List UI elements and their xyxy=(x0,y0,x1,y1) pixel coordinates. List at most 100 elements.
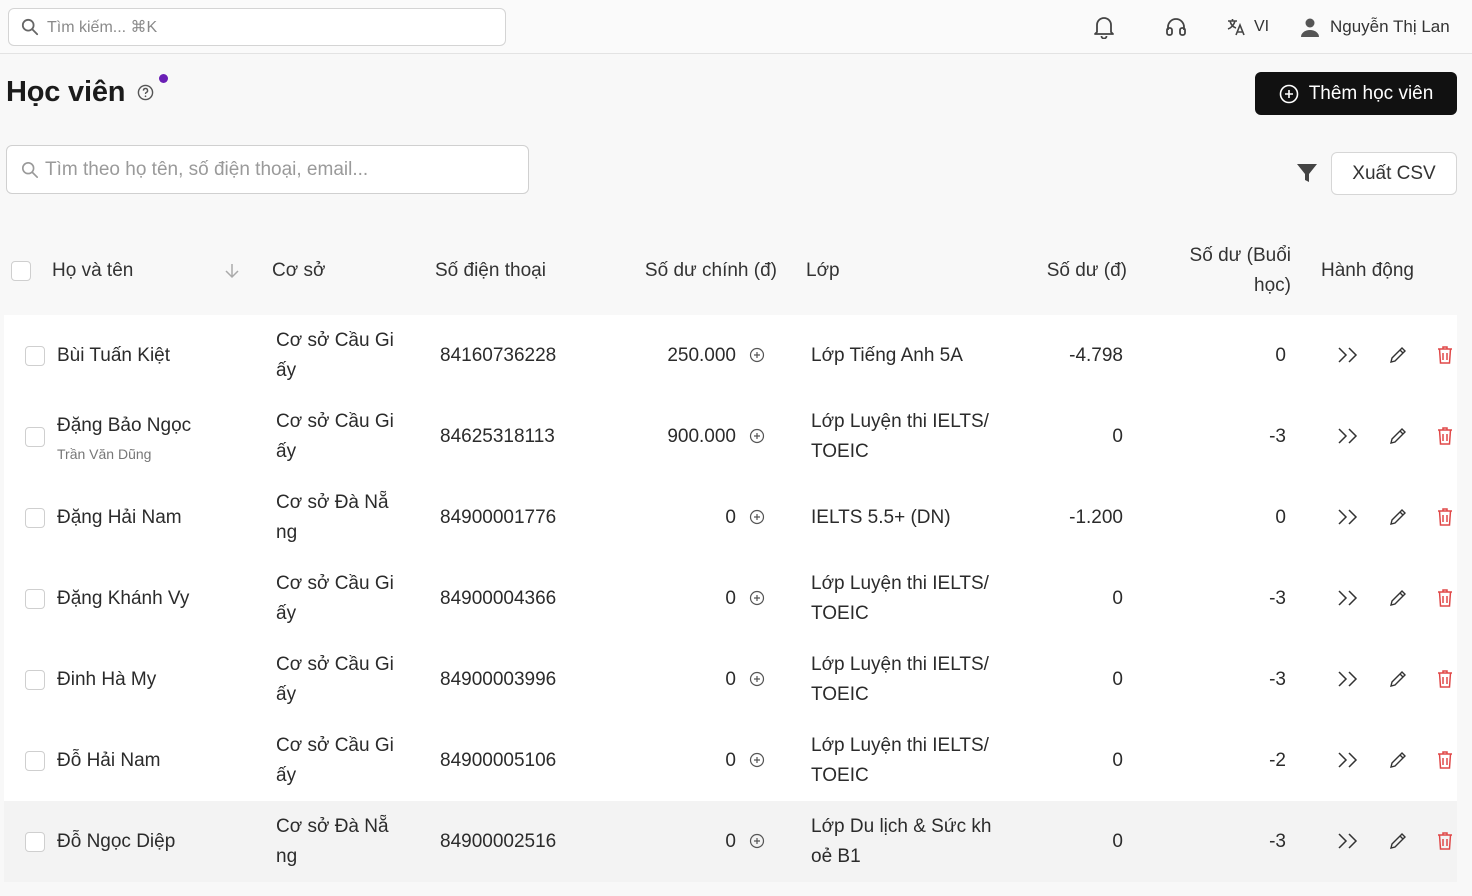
column-header-phone: Số điện thoại xyxy=(435,260,546,281)
session-balance-cell: 0 xyxy=(1275,506,1286,528)
filter-icon[interactable] xyxy=(1295,161,1319,185)
sort-button[interactable] xyxy=(222,232,242,310)
student-name[interactable]: Bùi Tuấn Kiệt xyxy=(57,341,170,371)
user-menu[interactable]: Nguyễn Thị Lan xyxy=(1300,14,1450,40)
main-balance-cell: 0 xyxy=(725,587,736,609)
delete-button[interactable] xyxy=(1433,505,1457,529)
top-bar: Tìm kiếm... ⌘K VI Nguyễn Thị Lan xyxy=(0,0,1472,54)
plus-circle-icon xyxy=(749,671,765,687)
row-checkbox[interactable] xyxy=(25,558,45,639)
table-row[interactable]: Đỗ Hải Nam Cơ sở Cầu Giấy 84900005106 0 … xyxy=(4,720,1457,801)
chevrons-right-icon xyxy=(1338,752,1358,768)
edit-button[interactable] xyxy=(1386,343,1410,367)
balance-cell: 0 xyxy=(1112,830,1123,852)
pencil-icon xyxy=(1390,752,1406,768)
trash-icon xyxy=(1438,832,1452,850)
delete-button[interactable] xyxy=(1433,343,1457,367)
top-up-button[interactable] xyxy=(745,505,769,529)
student-search-placeholder: Tìm theo họ tên, số điện thoại, email... xyxy=(45,158,369,180)
student-name[interactable]: Đỗ Hải Nam xyxy=(57,746,160,776)
notification-button[interactable] xyxy=(1091,14,1117,40)
student-name-cell: Đặng Hải Nam xyxy=(57,477,247,558)
class-cell: Lớp Luyện thi IELTS/TOEIC xyxy=(811,734,989,786)
student-name[interactable]: Đặng Khánh Vy xyxy=(57,584,189,614)
delete-button[interactable] xyxy=(1433,586,1457,610)
top-up-button[interactable] xyxy=(745,667,769,691)
main-balance-cell: 0 xyxy=(725,506,736,528)
phone-cell: 84900001776 xyxy=(440,506,557,528)
table-row[interactable]: Đặng Khánh Vy Cơ sở Cầu Giấy 84900004366… xyxy=(4,558,1457,639)
headset-icon xyxy=(1166,18,1186,36)
pencil-icon xyxy=(1390,509,1406,525)
view-detail-button[interactable] xyxy=(1336,667,1360,691)
table-row[interactable]: Đỗ Ngọc Diệp Cơ sở Đà Nẵng 84900002516 0… xyxy=(4,801,1457,882)
delete-button[interactable] xyxy=(1433,829,1457,853)
view-detail-button[interactable] xyxy=(1336,748,1360,772)
top-up-button[interactable] xyxy=(745,424,769,448)
top-up-button[interactable] xyxy=(745,829,769,853)
student-name[interactable]: Đỗ Ngọc Diệp xyxy=(57,827,175,857)
table-row[interactable]: Đinh Hà My Cơ sở Cầu Giấy 84900003996 0 … xyxy=(4,639,1457,720)
top-up-button[interactable] xyxy=(745,748,769,772)
select-all-checkbox[interactable] xyxy=(11,232,31,310)
main-balance-cell: 0 xyxy=(725,668,736,690)
student-name[interactable]: Đinh Hà My xyxy=(57,665,156,695)
table-row[interactable]: Bùi Tuấn Kiệt Cơ sở Cầu Giấy 84160736228… xyxy=(4,315,1457,396)
plus-circle-icon xyxy=(749,833,765,849)
global-search-input[interactable]: Tìm kiếm... ⌘K xyxy=(8,8,506,46)
edit-button[interactable] xyxy=(1386,424,1410,448)
row-checkbox[interactable] xyxy=(25,396,45,477)
session-balance-cell: -3 xyxy=(1269,425,1286,447)
edit-button[interactable] xyxy=(1386,829,1410,853)
export-csv-button[interactable]: Xuất CSV xyxy=(1331,152,1457,195)
add-student-button[interactable]: Thêm học viên xyxy=(1255,72,1457,115)
row-checkbox[interactable] xyxy=(25,315,45,396)
help-icon[interactable] xyxy=(137,84,154,101)
view-detail-button[interactable] xyxy=(1336,505,1360,529)
edit-button[interactable] xyxy=(1386,586,1410,610)
notification-dot xyxy=(159,74,168,83)
row-checkbox[interactable] xyxy=(25,477,45,558)
student-search-input[interactable]: Tìm theo họ tên, số điện thoại, email... xyxy=(6,145,529,194)
column-header-name[interactable]: Họ và tên xyxy=(52,232,133,310)
main-balance-cell: 900.000 xyxy=(667,425,736,447)
delete-button[interactable] xyxy=(1433,667,1457,691)
top-up-button[interactable] xyxy=(745,343,769,367)
user-icon xyxy=(1301,18,1319,37)
view-detail-button[interactable] xyxy=(1336,343,1360,367)
table-header: Họ và tên Cơ sở Số điện thoại Số dư chín… xyxy=(4,232,1457,310)
top-up-button[interactable] xyxy=(745,586,769,610)
main-balance-cell: 250.000 xyxy=(667,344,736,366)
row-checkbox[interactable] xyxy=(25,639,45,720)
student-name[interactable]: Đặng Bảo Ngọc xyxy=(57,411,191,441)
edit-button[interactable] xyxy=(1386,667,1410,691)
balance-cell: -1.200 xyxy=(1069,506,1123,528)
student-name[interactable]: Đặng Hải Nam xyxy=(57,503,182,533)
view-detail-button[interactable] xyxy=(1336,586,1360,610)
add-student-label: Thêm học viên xyxy=(1308,82,1434,104)
row-checkbox[interactable] xyxy=(25,720,45,801)
plus-circle-icon xyxy=(749,590,765,606)
column-header-balance: Số dư (đ) xyxy=(1046,260,1127,281)
session-balance-cell: -3 xyxy=(1269,830,1286,852)
edit-button[interactable] xyxy=(1386,748,1410,772)
balance-cell: 0 xyxy=(1112,425,1123,447)
global-search-placeholder: Tìm kiếm... ⌘K xyxy=(47,19,158,36)
language-switcher[interactable]: VI xyxy=(1226,14,1269,40)
phone-cell: 84900002516 xyxy=(440,830,557,852)
balance-cell: 0 xyxy=(1112,749,1123,771)
edit-button[interactable] xyxy=(1386,505,1410,529)
view-detail-button[interactable] xyxy=(1336,829,1360,853)
delete-button[interactable] xyxy=(1433,424,1457,448)
session-balance-cell: -2 xyxy=(1269,749,1286,771)
row-checkbox[interactable] xyxy=(25,801,45,882)
table-row[interactable]: Đặng Hải Nam Cơ sở Đà Nẵng 84900001776 0… xyxy=(4,477,1457,558)
balance-cell: -4.798 xyxy=(1069,344,1123,366)
column-header-actions: Hành động xyxy=(1321,260,1414,281)
view-detail-button[interactable] xyxy=(1336,424,1360,448)
table-row[interactable]: Đặng Bảo Ngọc Trần Văn Dũng Cơ sở Cầu Gi… xyxy=(4,396,1457,477)
chevrons-right-icon xyxy=(1338,671,1358,687)
support-button[interactable] xyxy=(1163,14,1189,40)
delete-button[interactable] xyxy=(1433,748,1457,772)
pencil-icon xyxy=(1390,347,1406,363)
